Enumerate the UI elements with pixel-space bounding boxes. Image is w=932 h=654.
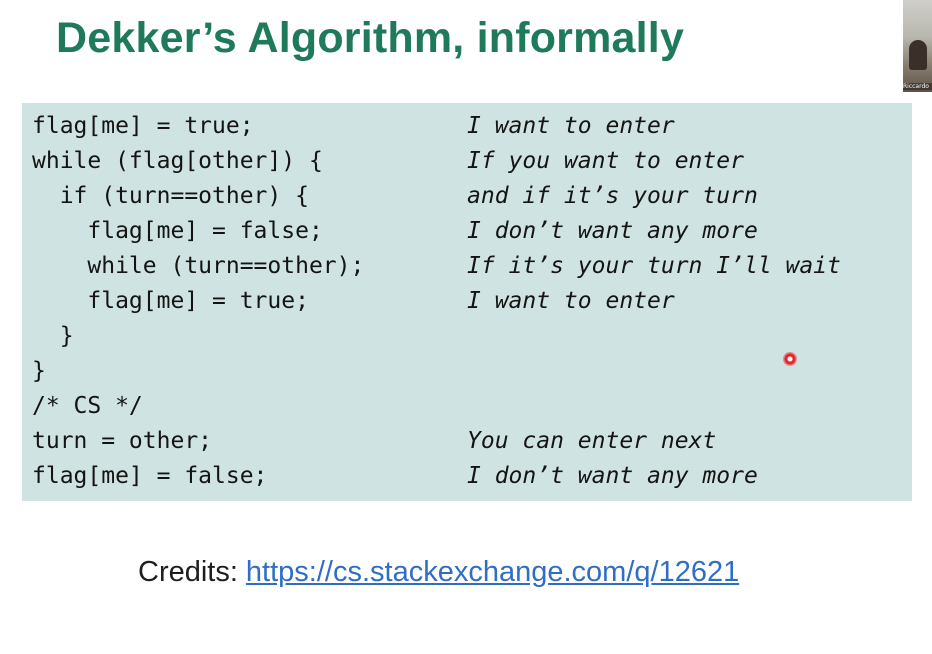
- code-line: flag[me] = false; I don’t want any more: [32, 459, 758, 494]
- code-comment: You can enter next: [467, 428, 717, 454]
- code-line: turn = other; You can enter next: [32, 424, 716, 459]
- laser-pointer-icon: [783, 352, 797, 366]
- code-line: if (turn==other) { and if it’s your turn: [32, 179, 758, 214]
- code-comment: I want to enter: [467, 288, 675, 314]
- code-text: flag[me] = true;: [32, 113, 254, 139]
- code-line: while (turn==other); If it’s your turn I…: [32, 249, 841, 284]
- code-text: }: [32, 323, 74, 349]
- code-line: }: [32, 354, 72, 389]
- slide-title: Dekker’s Algorithm, informally: [56, 14, 685, 62]
- code-comment: If it’s your turn I’ll wait: [467, 253, 841, 279]
- code-line: }: [32, 319, 74, 354]
- code-text: flag[me] = false;: [32, 218, 323, 244]
- code-line: flag[me] = false; I don’t want any more: [32, 214, 757, 249]
- webcam-thumbnail[interactable]: Riccardo: [903, 0, 932, 92]
- code-comment: I don’t want any more: [467, 463, 758, 489]
- code-text: flag[me] = false;: [32, 463, 268, 489]
- code-line: flag[me] = true; I want to enter: [32, 109, 675, 144]
- participant-video: [909, 40, 927, 70]
- code-text: while (flag[other]) {: [32, 148, 323, 174]
- participant-name: Riccardo: [903, 83, 932, 90]
- code-text: /* CS */: [32, 393, 143, 419]
- credits: Credits: https://cs.stackexchange.com/q/1…: [138, 556, 739, 589]
- code-line: flag[me] = true; I want to enter: [32, 284, 674, 319]
- code-comment: I want to enter: [467, 113, 675, 139]
- credits-label: Credits:: [138, 556, 238, 588]
- code-comment: and if it’s your turn: [467, 183, 758, 209]
- code-text: while (turn==other);: [32, 253, 365, 279]
- code-comment: If you want to enter: [467, 148, 744, 174]
- code-text: flag[me] = true;: [32, 288, 309, 314]
- credits-link[interactable]: https://cs.stackexchange.com/q/12621: [246, 556, 739, 588]
- code-comment: I don’t want any more: [467, 218, 758, 244]
- code-line: while (flag[other]) { If you want to ent…: [32, 144, 744, 179]
- code-text: }: [32, 358, 46, 384]
- code-block: flag[me] = true; I want to enter while (…: [22, 103, 912, 501]
- code-text: turn = other;: [32, 428, 213, 454]
- code-text: if (turn==other) {: [32, 183, 309, 209]
- code-line: /* CS */: [32, 389, 143, 424]
